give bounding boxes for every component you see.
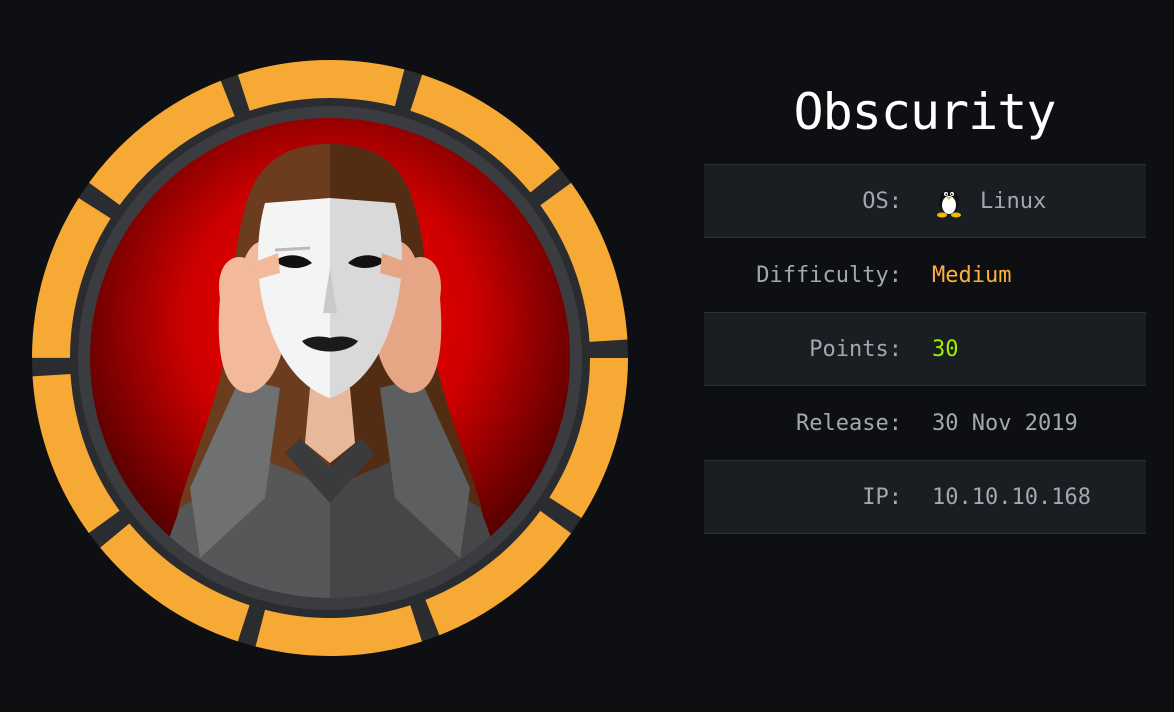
machine-info-card: Obscurity OS: Linux Difficulty: Medium P… (0, 0, 1174, 712)
ip-label: IP: (862, 484, 902, 510)
machine-avatar-badge (32, 60, 628, 656)
info-row-ip: IP: 10.10.10.168 (704, 460, 1146, 534)
machine-info-table: OS: Linux Difficulty: Medium Points: 30 … (704, 164, 1146, 534)
info-row-os: OS: Linux (704, 164, 1146, 238)
os-value: Linux (980, 188, 1047, 214)
info-row-release: Release: 30 Nov 2019 (704, 386, 1146, 460)
info-row-points: Points: 30 (704, 312, 1146, 386)
machine-name: Obscurity (793, 83, 1057, 141)
difficulty-value: Medium (932, 262, 1012, 288)
points-value: 30 (932, 336, 959, 362)
difficulty-label: Difficulty: (756, 262, 902, 288)
release-value: 30 Nov 2019 (932, 410, 1078, 436)
os-value-container: Linux (932, 184, 1046, 218)
ip-value: 10.10.10.168 (932, 484, 1091, 510)
os-label: OS: (862, 188, 902, 214)
points-label: Points: (809, 336, 902, 362)
linux-tux-icon (937, 190, 961, 218)
info-row-difficulty: Difficulty: Medium (704, 238, 1146, 312)
release-label: Release: (796, 410, 902, 436)
